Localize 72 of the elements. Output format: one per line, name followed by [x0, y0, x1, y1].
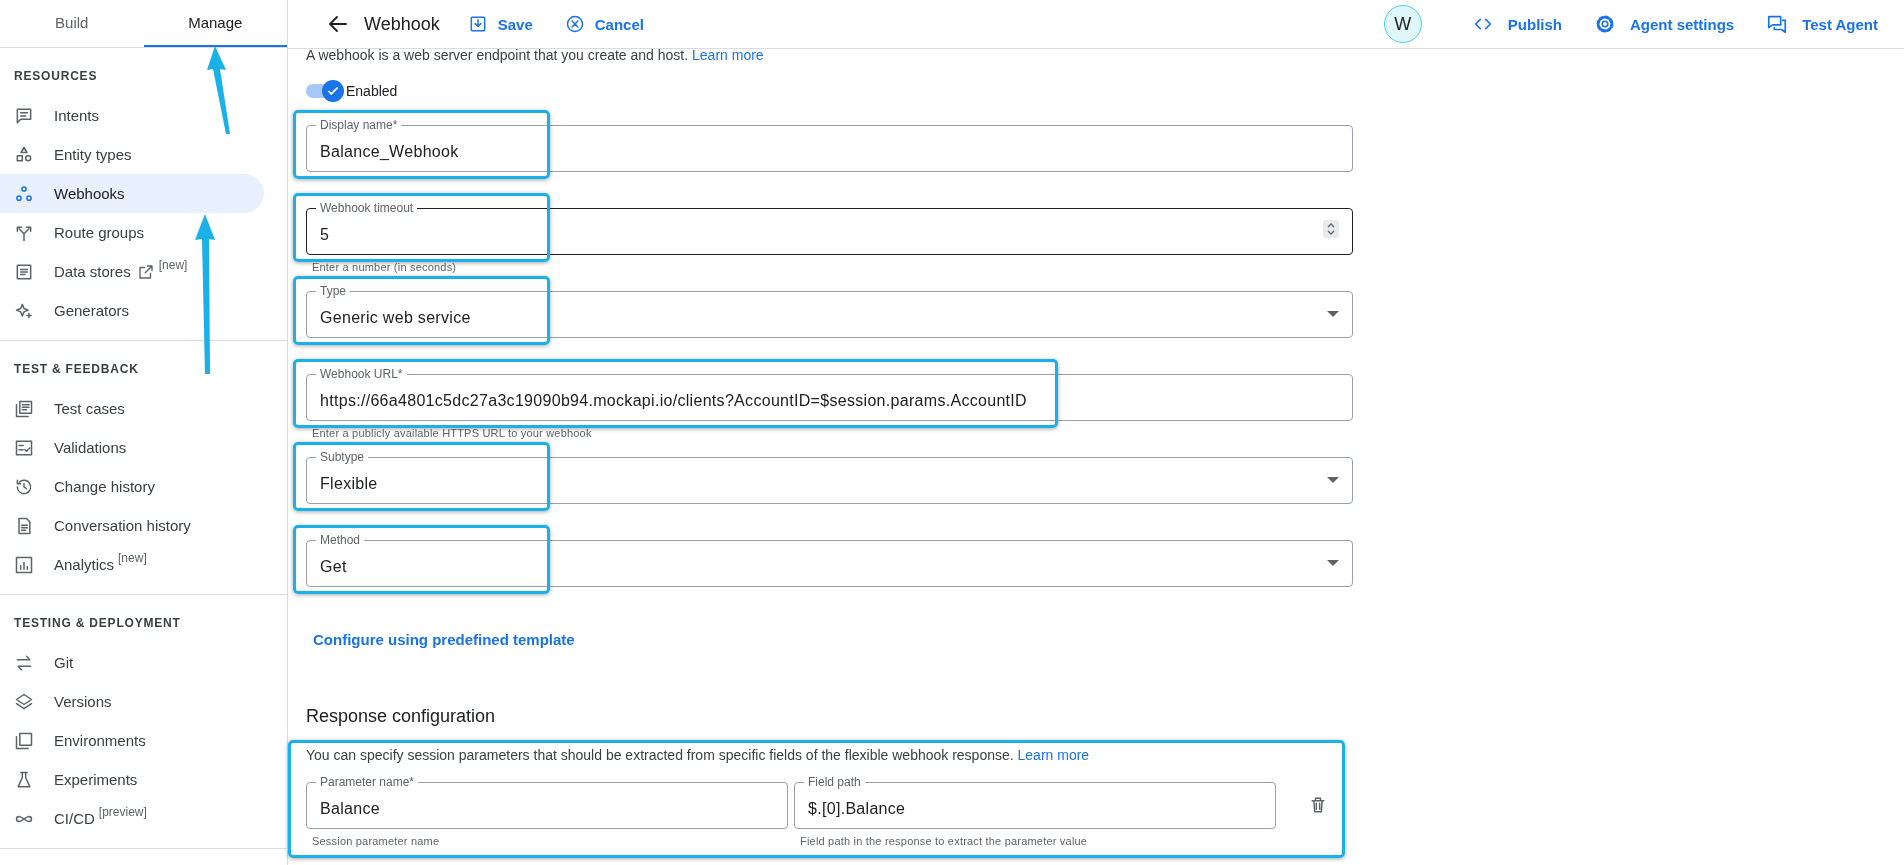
dropdown-field[interactable]: Method Get: [306, 532, 1353, 587]
sidebar-item[interactable]: Versions: [0, 682, 264, 721]
chat-icon: [1766, 13, 1789, 35]
bar-chart-icon: [14, 554, 34, 575]
dropdown-caret-icon: [1327, 560, 1339, 566]
layers-icon: [14, 691, 34, 712]
sidebar-item[interactable]: Generators: [0, 291, 264, 330]
field-hint: Session parameter name: [312, 835, 441, 848]
text-field[interactable]: Webhook URL* https://66a4801c5dc27a3c19090b94.mockapi.io/clients?AccountID=$session.params.AccountID: [306, 366, 1353, 421]
flask-icon: [14, 769, 34, 790]
field-label: Method: [316, 533, 365, 547]
dropdown-field[interactable]: Subtype Flexible: [306, 449, 1353, 504]
sidebar-item[interactable]: Route groups: [0, 213, 264, 252]
sidebar-item[interactable]: Data stores [new]: [0, 252, 264, 291]
field-hint: Enter a publicly available HTTPS URL to your webhook: [312, 427, 593, 440]
dropdown-caret-icon: [1327, 477, 1339, 483]
field-label: Webhook URL*: [316, 367, 407, 381]
avatar[interactable]: W: [1383, 5, 1422, 43]
sidebar-item[interactable]: Webhooks: [0, 174, 264, 213]
sidebar-item[interactable]: Change history: [0, 467, 264, 506]
text-field[interactable]: Parameter name* Balance: [306, 774, 788, 829]
three-circles-icon: [14, 183, 34, 204]
sidebar-item[interactable]: Conversation history: [0, 506, 264, 545]
publish-button[interactable]: Publish: [1465, 9, 1568, 39]
field-label: Field path: [804, 775, 865, 789]
spinner-icon[interactable]: [1323, 220, 1339, 238]
text-field[interactable]: Display name* Balance_Webhook: [306, 117, 1353, 172]
test-agent-button[interactable]: Test Agent: [1760, 9, 1884, 39]
check-icon: [326, 84, 340, 98]
toggle-label: Enabled: [346, 83, 398, 99]
save-button[interactable]: Save: [461, 10, 539, 38]
cancel-button[interactable]: Cancel: [558, 10, 650, 38]
section-heading: RESOURCES: [14, 68, 99, 85]
text-field[interactable]: Field path $.[0].Balance: [794, 774, 1276, 829]
field-hint: Enter a number (in seconds): [312, 261, 458, 274]
sidebar-item[interactable]: Git: [0, 643, 264, 682]
stacked-squares-icon: [14, 730, 34, 751]
learn-more-link[interactable]: Learn more: [1017, 747, 1090, 763]
field-label: Type: [316, 284, 350, 298]
status-label: [new]: [118, 551, 147, 565]
sidebar-item[interactable]: Intents: [0, 96, 264, 135]
section-heading: TEST & FEEDBACK: [14, 361, 140, 378]
cancel-icon: [564, 14, 585, 34]
agent-settings-button[interactable]: Agent settings: [1587, 9, 1741, 39]
field-label: Parameter name*: [316, 775, 419, 789]
template-link[interactable]: Configure using predefined template: [313, 630, 575, 650]
sidebar-tab[interactable]: Manage: [143, 0, 287, 47]
page-title: Webhook: [364, 13, 440, 35]
field-label: Display name*: [316, 118, 402, 132]
sidebar-item[interactable]: Environments: [0, 721, 264, 760]
sidebar-item[interactable]: CI/CD [preview]: [0, 799, 264, 838]
shapes-icon: [14, 144, 34, 165]
dropdown-caret-icon: [1327, 311, 1339, 317]
field-label: Webhook timeout: [316, 201, 418, 215]
sidebar-item[interactable]: Experiments: [0, 760, 264, 799]
dropdown-field[interactable]: Type Generic web service: [306, 283, 1353, 338]
description-text: You can specify session parameters that should be extracted from specific fields of the flexible webhook response. Learn more: [306, 746, 1091, 765]
section-heading: Response configuration: [306, 705, 497, 728]
sidebar-item[interactable]: Entity types: [0, 135, 264, 174]
section-heading: TESTING & DEPLOYMENT: [14, 615, 182, 632]
status-label: [preview]: [98, 805, 147, 819]
number-field[interactable]: Webhook timeout 5: [306, 200, 1353, 255]
sidebar-tab[interactable]: Build: [0, 0, 144, 47]
learn-more-link[interactable]: Learn more: [692, 47, 764, 63]
stacked-pages-icon: [14, 398, 34, 419]
status-label: [new]: [158, 258, 188, 272]
sidebar-item[interactable]: Analytics [new]: [0, 545, 264, 584]
description-text: A webhook is a web server endpoint that you create and host. Learn more: [306, 46, 765, 64]
sidebar-item[interactable]: Validations: [0, 428, 264, 467]
field-hint: Field path in the response to extract the parameter value: [800, 835, 1089, 848]
sidebar-item[interactable]: Test cases: [0, 389, 264, 428]
field-label: Subtype: [316, 450, 369, 464]
